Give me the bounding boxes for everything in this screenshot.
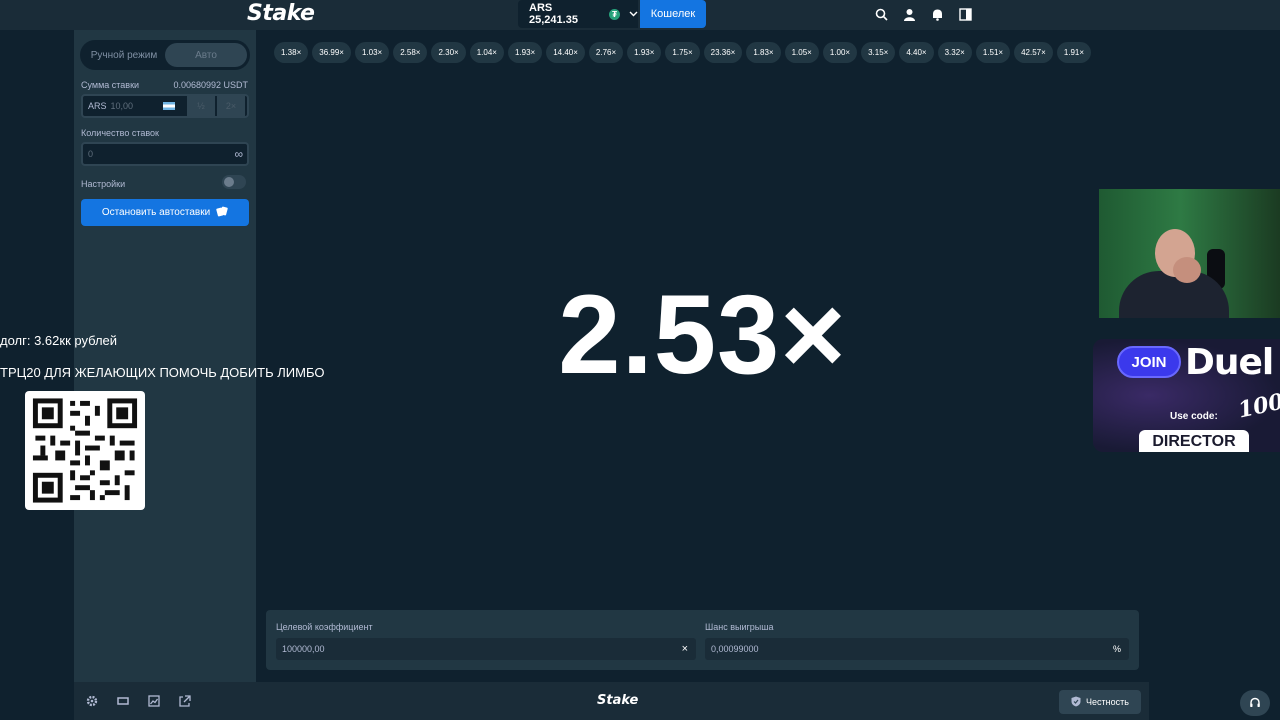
half-bet-button[interactable]: ½ (187, 96, 216, 116)
num-bets-value: 0 (88, 149, 94, 159)
history-chip[interactable]: 1.38× (274, 42, 309, 63)
history-chip[interactable]: 1.04× (469, 42, 504, 63)
duel-bonus-text: 100 (1235, 388, 1280, 424)
user-icon[interactable] (901, 6, 917, 22)
win-chance-value: 0,00099000 (711, 644, 759, 654)
win-chance-label: Шанс выигрыша (705, 622, 774, 632)
theatre-mode-icon[interactable] (117, 695, 129, 707)
target-multiplier-input[interactable]: 100000,00 × (276, 638, 696, 660)
settings-toggle[interactable] (222, 175, 246, 189)
history-chip[interactable]: 4.40× (899, 42, 934, 63)
top-bar: Stake ARS 25,241.35 ₮ Кошелек (0, 0, 1280, 30)
multiply-icon: × (681, 643, 688, 655)
headset-icon (1250, 697, 1260, 707)
infinity-icon: ∞ (234, 147, 243, 161)
debt-overlay-text: долг: 3.62кк рублей (0, 333, 118, 348)
history-chip[interactable]: 1.03× (354, 42, 390, 63)
history-chip[interactable]: 1.51× (975, 42, 1011, 63)
mode-toggle: Ручной режим Авто (80, 40, 250, 70)
tab-auto[interactable]: Авто (165, 43, 247, 67)
win-chance-input[interactable]: 0,00099000 % (705, 638, 1129, 660)
bet-amount-usdt: 0.00680992 USDT (173, 80, 248, 90)
bet-amount-value: 10,00 (110, 101, 134, 111)
game-settings-panel: Целевой коэффициент 100000,00 × Шанс выи… (266, 610, 1139, 670)
webcam-body (1119, 271, 1229, 318)
shield-check-icon (1071, 696, 1081, 709)
webcam-hand (1173, 257, 1201, 283)
search-icon[interactable] (873, 6, 889, 22)
history-chip[interactable]: 3.15× (861, 42, 896, 63)
history-chip[interactable]: 2.76× (588, 42, 624, 63)
fairness-button[interactable]: Честность (1059, 690, 1141, 714)
donation-qr-code (25, 391, 145, 510)
tab-manual[interactable]: Ручной режим (83, 43, 165, 67)
duel-brand-name: Duel (1185, 342, 1274, 383)
history-chip[interactable]: 1.05× (784, 42, 819, 63)
duel-join-badge: JOIN (1117, 346, 1181, 378)
percent-icon: % (1112, 644, 1121, 654)
history-chip[interactable]: 36.99× (312, 42, 351, 63)
support-headset-button[interactable] (1240, 690, 1270, 716)
wallet-button[interactable]: Кошелек (640, 0, 706, 28)
settings-gear-icon[interactable] (86, 695, 98, 707)
stake-logo[interactable]: Stake (247, 1, 315, 26)
stats-chart-icon[interactable] (148, 695, 160, 707)
bet-amount-label: Сумма ставки (81, 80, 140, 90)
duel-use-code-label: Use code: (1170, 411, 1218, 422)
history-chip[interactable]: 23.36× (703, 42, 743, 63)
tether-coin-icon: ₮ (609, 8, 620, 20)
history-chip[interactable]: 1.75× (665, 42, 700, 63)
history-chip[interactable]: 2.58× (393, 42, 428, 63)
sidebar-toggle-icon[interactable] (957, 6, 973, 22)
result-multiplier: 2.53× (558, 272, 847, 397)
history-chip[interactable]: 42.57× (1014, 42, 1053, 63)
chevron-down-icon (629, 9, 638, 19)
popout-icon[interactable] (179, 695, 191, 707)
history-chip[interactable]: 2.30× (431, 42, 466, 63)
bet-currency: ARS (88, 101, 107, 111)
cards-icon (216, 205, 228, 220)
qr-code-icon (32, 398, 138, 503)
history-chip[interactable]: 3.32× (937, 42, 972, 63)
target-multiplier-label: Целевой коэффициент (276, 622, 373, 632)
bet-amount-input[interactable]: ARS 10,00 ½ 2× (81, 94, 249, 118)
limbo-game-area: 1.38× 36.99× 1.03× 2.58× 2.30× 1.04× 1.9… (256, 30, 1149, 682)
footer-stake-logo: Stake (597, 693, 639, 708)
num-bets-input[interactable]: 0 ∞ (81, 142, 249, 166)
history-chip[interactable]: 1.93× (627, 42, 662, 63)
multiplier-history: 1.38× 36.99× 1.03× 2.58× 2.30× 1.04× 1.9… (274, 42, 1092, 63)
stop-autobet-label: Остановить автоставки (101, 207, 211, 218)
history-chip[interactable]: 1.93× (507, 42, 543, 63)
history-chip[interactable]: 1.83× (746, 42, 781, 63)
settings-label: Настройки (81, 179, 126, 189)
bet-controls-sidebar: Ручной режим Авто Сумма ставки 0.0068099… (74, 30, 256, 682)
fairness-label: Честность (1086, 697, 1129, 707)
history-chip[interactable]: 14.40× (546, 42, 585, 63)
game-footer-bar: Stake Честность (74, 682, 1149, 720)
history-chip[interactable]: 1.91× (1056, 42, 1092, 63)
stop-autobet-button[interactable]: Остановить автоставки (81, 199, 249, 226)
balance-selector[interactable]: ARS 25,241.35 ₮ (518, 0, 638, 28)
donation-overlay-text: ТРЦ20 ДЛЯ ЖЕЛАЮЩИХ ПОМОЧЬ ДОБИТЬ ЛИМБО (0, 365, 325, 380)
num-bets-label: Количество ставок (81, 128, 159, 138)
history-chip[interactable]: 1.00× (822, 42, 858, 63)
balance-amount: ARS 25,241.35 (529, 2, 578, 26)
duel-promo-code: DIRECTOR (1139, 430, 1249, 452)
target-multiplier-value: 100000,00 (282, 644, 325, 654)
notifications-icon[interactable] (929, 6, 945, 22)
streamer-webcam (1099, 189, 1280, 318)
duel-promo-banner: JOIN Duel Use code: 100 DIRECTOR (1093, 339, 1280, 452)
double-bet-button[interactable]: 2× (217, 96, 246, 116)
argentina-flag-icon (163, 102, 176, 110)
